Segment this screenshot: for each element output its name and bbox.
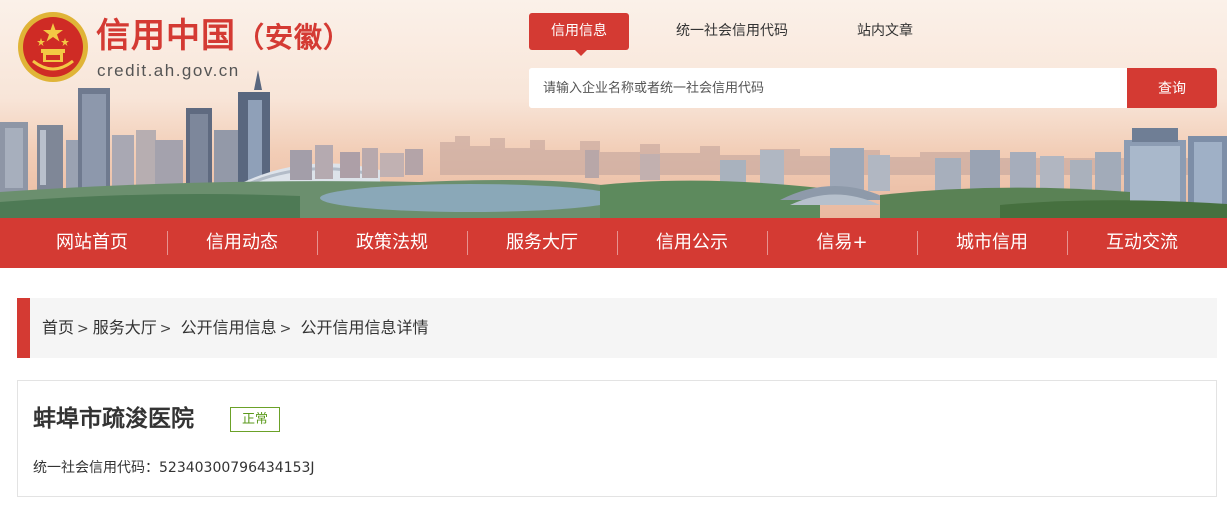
entity-info-card: 蚌埠市疏浚医院 正常 统一社会信用代码：52340300796434153J — [17, 380, 1217, 497]
tab-credit-code[interactable]: 统一社会信用代码 — [676, 13, 788, 50]
main-nav: 网站首页 信用动态 政策法规 服务大厅 信用公示 信易+ 城市信用 互动交流 — [0, 218, 1227, 268]
tab-credit-info[interactable]: 信用信息 — [529, 13, 629, 56]
nav-item-credit-publicity[interactable]: 信用公示 — [617, 218, 767, 268]
nav-item-interaction[interactable]: 互动交流 — [1067, 218, 1217, 268]
entity-name: 蚌埠市疏浚医院 — [33, 406, 194, 432]
breadcrumb-current: 公开信用信息详情 — [300, 318, 429, 337]
search-box: 查询 — [529, 68, 1217, 108]
search-input[interactable] — [529, 68, 1127, 108]
breadcrumb-service-hall[interactable]: 服务大厅 — [93, 318, 157, 337]
status-badge: 正常 — [230, 407, 280, 432]
site-domain: credit.ah.gov.cn — [97, 61, 240, 80]
national-emblem-icon — [18, 12, 88, 82]
nav-item-xinyi-plus[interactable]: 信易+ — [767, 218, 917, 268]
breadcrumb-separator: > — [77, 321, 89, 337]
site-region: （安徽） — [236, 21, 353, 54]
search-category-tabs: 信用信息 统一社会信用代码 站内文章 — [529, 13, 949, 56]
breadcrumb-separator: > — [159, 321, 172, 337]
search-button[interactable]: 查询 — [1127, 68, 1217, 108]
nav-item-policies[interactable]: 政策法规 — [317, 218, 467, 268]
breadcrumb-public-credit-info[interactable]: 公开信用信息 — [181, 318, 277, 337]
breadcrumb: 首页 > 服务大厅 > 公开信用信息 > 公开信用信息详情 — [17, 298, 1217, 358]
breadcrumb-trail: 首页 > 服务大厅 > 公开信用信息 > 公开信用信息详情 — [42, 298, 428, 358]
site-title: 信用中国（安徽） — [96, 16, 352, 58]
site-title-text: 信用中国 — [96, 16, 236, 56]
credit-code-row: 统一社会信用代码：52340300796434153J — [33, 457, 315, 477]
credit-code-value: 52340300796434153J — [159, 460, 315, 476]
nav-item-credit-news[interactable]: 信用动态 — [167, 218, 317, 268]
tab-site-articles[interactable]: 站内文章 — [857, 13, 913, 50]
breadcrumb-home[interactable]: 首页 — [42, 318, 74, 337]
header-banner: 信用中国（安徽） credit.ah.gov.cn 信用信息 统一社会信用代码 … — [0, 0, 1227, 218]
nav-item-service-hall[interactable]: 服务大厅 — [467, 218, 617, 268]
breadcrumb-separator: > — [279, 321, 292, 337]
nav-item-city-credit[interactable]: 城市信用 — [917, 218, 1067, 268]
credit-code-label: 统一社会信用代码： — [33, 460, 159, 476]
nav-item-home[interactable]: 网站首页 — [17, 218, 167, 268]
